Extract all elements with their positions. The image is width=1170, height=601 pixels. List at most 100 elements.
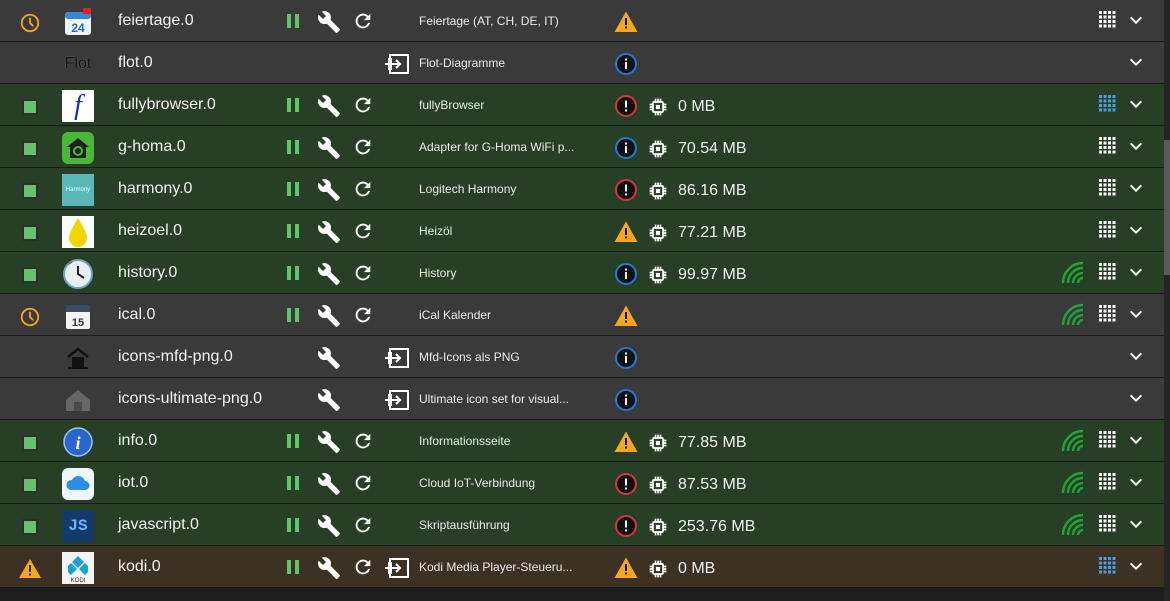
status-toggle[interactable] <box>18 473 42 497</box>
adapter-description: Skriptausführung <box>419 518 510 532</box>
pause-button[interactable] <box>287 473 303 493</box>
warning-icon[interactable] <box>614 430 638 454</box>
info-icon[interactable] <box>614 388 638 412</box>
instances-grid-icon[interactable] <box>1098 136 1116 154</box>
expand-chevron-icon[interactable] <box>1128 516 1144 532</box>
settings-wrench-icon[interactable] <box>317 262 341 286</box>
instances-grid-icon[interactable] <box>1098 10 1116 28</box>
error-icon[interactable] <box>614 178 638 202</box>
restart-icon[interactable] <box>352 514 376 538</box>
instances-grid-icon[interactable] <box>1098 304 1116 322</box>
expand-chevron-icon[interactable] <box>1128 390 1144 406</box>
error-icon[interactable] <box>614 94 638 118</box>
instances-grid-icon[interactable] <box>1098 430 1116 448</box>
expand-chevron-icon[interactable] <box>1128 306 1144 322</box>
warning-icon[interactable] <box>614 556 638 580</box>
pause-button[interactable] <box>287 557 303 577</box>
open-link-icon[interactable] <box>384 556 410 580</box>
restart-icon[interactable] <box>352 220 376 244</box>
expand-chevron-icon[interactable] <box>1128 180 1144 196</box>
expand-chevron-icon[interactable] <box>1128 474 1144 490</box>
ical-calendar-icon: 15 <box>62 300 94 332</box>
settings-wrench-icon[interactable] <box>317 136 341 160</box>
settings-wrench-icon[interactable] <box>317 430 341 454</box>
settings-wrench-icon[interactable] <box>317 304 341 328</box>
adapter-name: fullybrowser.0 <box>118 96 216 113</box>
instances-grid-icon[interactable] <box>1098 178 1116 196</box>
expand-chevron-icon[interactable] <box>1128 54 1144 70</box>
memory-usage: 77.21 MB <box>678 224 747 241</box>
restart-icon[interactable] <box>352 304 376 328</box>
pause-button[interactable] <box>287 221 303 241</box>
instances-grid-icon[interactable] <box>1098 514 1116 532</box>
instances-grid-icon[interactable] <box>1098 262 1116 280</box>
warning-icon[interactable] <box>614 10 638 34</box>
restart-icon[interactable] <box>352 430 376 454</box>
status-toggle[interactable] <box>18 515 42 539</box>
open-link-icon[interactable] <box>384 52 410 76</box>
instances-grid-icon[interactable] <box>1098 556 1116 574</box>
settings-wrench-icon[interactable] <box>317 346 341 370</box>
restart-icon[interactable] <box>352 10 376 34</box>
expand-chevron-icon[interactable] <box>1128 558 1144 574</box>
scrollbar-track[interactable] <box>1164 0 1170 601</box>
pause-button[interactable] <box>287 515 303 535</box>
memory-chip-icon <box>648 97 668 117</box>
open-link-icon[interactable] <box>384 388 410 412</box>
expand-chevron-icon[interactable] <box>1128 432 1144 448</box>
adapter-row: 24 feiertage.0 Feiertage (AT, CH, DE, IT) <box>0 0 1164 42</box>
instances-grid-icon[interactable] <box>1098 94 1116 112</box>
restart-icon[interactable] <box>352 178 376 202</box>
status-toggle[interactable] <box>18 263 42 287</box>
settings-wrench-icon[interactable] <box>317 10 341 34</box>
pause-button[interactable] <box>287 11 303 31</box>
error-icon[interactable] <box>614 472 638 496</box>
adapter-name: javascript.0 <box>118 516 199 533</box>
settings-wrench-icon[interactable] <box>317 178 341 202</box>
settings-wrench-icon[interactable] <box>317 94 341 118</box>
info-icon[interactable] <box>614 52 638 76</box>
status-toggle[interactable] <box>18 179 42 203</box>
status-toggle[interactable] <box>18 95 42 119</box>
restart-icon[interactable] <box>352 136 376 160</box>
pause-button[interactable] <box>287 263 303 283</box>
expand-chevron-icon[interactable] <box>1128 222 1144 238</box>
expand-chevron-icon[interactable] <box>1128 348 1144 364</box>
javascript-icon: JS <box>62 510 94 542</box>
status-toggle[interactable] <box>18 137 42 161</box>
adapter-description: Heizöl <box>419 224 453 238</box>
expand-chevron-icon[interactable] <box>1128 264 1144 280</box>
info-icon[interactable] <box>614 346 638 370</box>
restart-icon[interactable] <box>352 262 376 286</box>
warning-icon[interactable] <box>614 220 638 244</box>
status-toggle[interactable] <box>18 431 42 455</box>
restart-icon[interactable] <box>352 556 376 580</box>
instances-grid-icon[interactable] <box>1098 220 1116 238</box>
settings-wrench-icon[interactable] <box>317 220 341 244</box>
pause-button[interactable] <box>287 137 303 157</box>
adapter-name: iot.0 <box>118 474 149 491</box>
info-icon[interactable] <box>614 136 638 160</box>
pause-button[interactable] <box>287 95 303 115</box>
info-icon[interactable] <box>614 262 638 286</box>
restart-icon[interactable] <box>352 472 376 496</box>
connected-signal-icon <box>1060 470 1086 496</box>
pause-button[interactable] <box>287 305 303 325</box>
settings-wrench-icon[interactable] <box>317 556 341 580</box>
restart-icon[interactable] <box>352 94 376 118</box>
pause-button[interactable] <box>287 431 303 451</box>
expand-chevron-icon[interactable] <box>1128 96 1144 112</box>
open-link-icon[interactable] <box>384 346 410 370</box>
status-toggle[interactable] <box>18 221 42 245</box>
instances-grid-icon[interactable] <box>1098 472 1116 490</box>
settings-wrench-icon[interactable] <box>317 514 341 538</box>
expand-chevron-icon[interactable] <box>1128 138 1144 154</box>
warning-icon[interactable] <box>614 304 638 328</box>
expand-chevron-icon[interactable] <box>1128 12 1144 28</box>
pause-button[interactable] <box>287 179 303 199</box>
scrollbar-thumb[interactable] <box>1164 140 1170 275</box>
settings-wrench-icon[interactable] <box>317 388 341 412</box>
settings-wrench-icon[interactable] <box>317 472 341 496</box>
error-icon[interactable] <box>614 514 638 538</box>
adapter-row: JS javascript.0 Skriptausführung 253.76 MB <box>0 504 1164 546</box>
